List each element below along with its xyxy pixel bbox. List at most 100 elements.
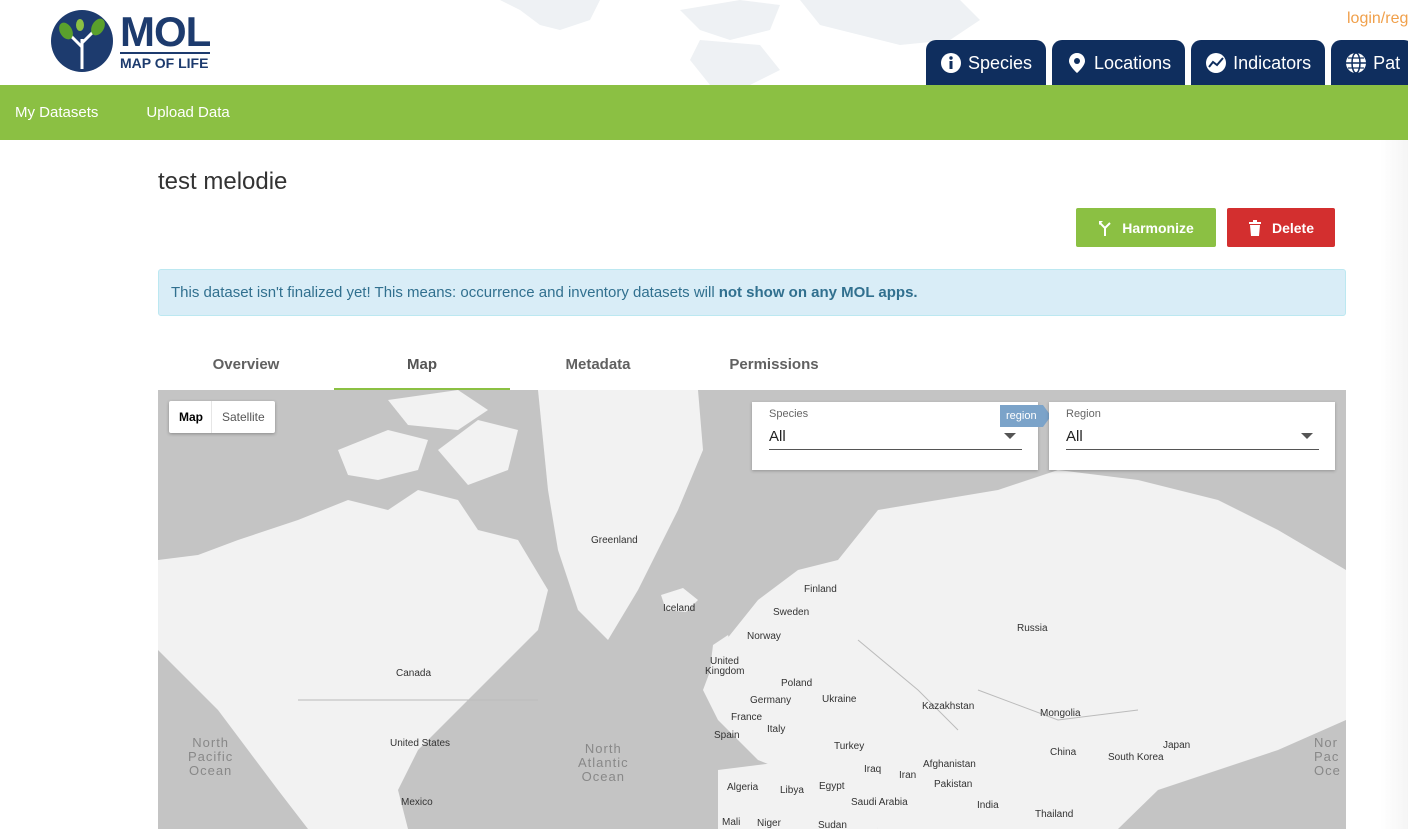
map-label-canada: Canada [396, 668, 432, 679]
region-filter-label: Region [1066, 408, 1101, 420]
dataset-tabs: Overview Map Metadata Permissions [158, 340, 1346, 390]
nav-tab-species[interactable]: Species [926, 40, 1047, 85]
map-label-finland: Finland [804, 584, 837, 595]
dataset-subnav: My Datasets Upload Data [0, 85, 1408, 140]
harmonize-label: Harmonize [1122, 219, 1194, 236]
logo-title: MOL [120, 7, 211, 55]
map-label-iran: Iran [899, 770, 917, 781]
chevron-down-icon [1004, 433, 1016, 439]
dataset-title: test melodie [158, 168, 288, 195]
map-label-north-pacific: North Pacific Ocean [188, 736, 233, 778]
map-label-kazakhstan: Kazakhstan [922, 701, 975, 712]
region-tag: region [1000, 405, 1051, 427]
ocean-line: North [192, 735, 230, 750]
site-header: MOL MAP OF LIFE login/reg Species Locati… [0, 0, 1408, 85]
alert-text: This dataset isn't finalized yet! This m… [171, 284, 715, 301]
tab-map[interactable]: Map [334, 340, 510, 390]
map-label-united-kingdom-2: Kingdom [705, 666, 745, 677]
ocean-line: Atlantic [578, 755, 629, 770]
map-type-satellite-button[interactable]: Satellite [212, 401, 275, 433]
ocean-line: North [584, 741, 622, 756]
location-pin-icon [1069, 53, 1086, 73]
map-label-greenland: Greenland [591, 535, 638, 546]
trash-icon [1248, 219, 1261, 236]
chart-line-icon [1206, 53, 1227, 73]
ocean-line: Oce [1314, 763, 1341, 778]
map-label-turkey: Turkey [834, 741, 865, 752]
map-label-china: China [1050, 747, 1077, 758]
map-label-north-atlantic: North Atlantic Ocean [578, 742, 629, 784]
tab-metadata[interactable]: Metadata [510, 340, 686, 390]
delete-button[interactable]: Delete [1227, 208, 1335, 247]
nav-tab-pathways[interactable]: Pat [1331, 40, 1408, 85]
subnav-upload-data[interactable]: Upload Data [146, 104, 229, 121]
region-filter-value: All [1066, 428, 1083, 445]
map-type-control: Map Satellite [169, 401, 275, 433]
map-label-italy: Italy [767, 724, 786, 735]
subnav-my-datasets[interactable]: My Datasets [15, 104, 98, 121]
info-icon [941, 53, 961, 73]
map-label-india: India [977, 800, 999, 811]
map-label-saudi-arabia: Saudi Arabia [851, 797, 908, 808]
map-label-thailand: Thailand [1035, 809, 1074, 820]
ocean-line: Pac [1314, 749, 1340, 764]
alert-bold-text: not show on any MOL apps. [718, 284, 918, 301]
map-label-south-korea: South Korea [1108, 752, 1164, 763]
map-label-poland: Poland [781, 678, 813, 689]
ocean-line: Ocean [581, 769, 625, 784]
nav-tab-locations[interactable]: Locations [1052, 40, 1186, 85]
map-label-algeria: Algeria [727, 782, 759, 793]
map-label-mali: Mali [722, 817, 741, 828]
mol-globe-logo-icon [51, 10, 113, 72]
map-label-sweden: Sweden [773, 607, 810, 618]
dataset-map[interactable]: Greenland Iceland Finland Sweden Norway … [158, 390, 1346, 829]
map-label-iceland: Iceland [663, 603, 696, 614]
ocean-line: Pacific [188, 749, 234, 764]
globe-icon [1346, 52, 1367, 74]
map-label-iraq: Iraq [864, 764, 882, 775]
map-label-egypt: Egypt [819, 781, 845, 792]
species-filter-value: All [769, 428, 786, 445]
map-label-mexico: Mexico [401, 797, 433, 808]
map-label-north-pacific-right: Nor Pac Oce [1314, 736, 1341, 778]
map-type-map-button[interactable]: Map [169, 401, 212, 433]
header-world-map-decoration [500, 0, 980, 85]
page-edge-shade [1380, 140, 1408, 829]
map-label-libya: Libya [780, 785, 804, 796]
delete-label: Delete [1271, 219, 1315, 236]
select-underline [769, 449, 1022, 450]
map-label-mongolia: Mongolia [1040, 708, 1081, 719]
logo-subtitle: MAP OF LIFE [120, 51, 211, 71]
species-filter-label: Species [769, 408, 809, 420]
not-finalized-alert: This dataset isn't finalized yet! This m… [158, 269, 1346, 316]
ocean-line: Ocean [188, 763, 233, 778]
map-label-spain: Spain [714, 730, 740, 741]
chevron-down-icon [1301, 433, 1313, 439]
select-underline [1066, 449, 1319, 450]
species-filter-select[interactable]: Species All [752, 402, 1038, 470]
region-filter-select[interactable]: Region All [1049, 402, 1335, 470]
tab-permissions[interactable]: Permissions [686, 340, 862, 390]
map-label-united-states: United States [390, 738, 451, 749]
ocean-line: Nor [1314, 735, 1338, 750]
nav-tab-label: Pat [1373, 52, 1401, 73]
login-link[interactable]: login/reg [1347, 10, 1408, 28]
tab-overview[interactable]: Overview [158, 340, 334, 390]
mol-logo[interactable]: MOL MAP OF LIFE [50, 7, 211, 73]
map-label-sudan: Sudan [818, 820, 847, 829]
map-label-afghanistan: Afghanistan [923, 759, 976, 770]
nav-tab-label: Indicators [1233, 52, 1312, 73]
map-label-niger: Niger [757, 818, 781, 829]
main-nav: Species Locations Indicators Pat [926, 40, 1408, 85]
nav-tab-label: Locations [1094, 52, 1172, 73]
map-label-japan: Japan [1163, 740, 1191, 751]
map-label-pakistan: Pakistan [934, 779, 973, 790]
nav-tab-indicators[interactable]: Indicators [1191, 40, 1326, 85]
merge-icon [1099, 220, 1111, 236]
map-label-ukraine: Ukraine [822, 694, 857, 705]
map-label-france: France [731, 712, 763, 723]
harmonize-button[interactable]: Harmonize [1076, 208, 1216, 247]
map-label-russia: Russia [1017, 623, 1048, 634]
nav-tab-label: Species [968, 52, 1033, 73]
map-label-germany: Germany [750, 695, 792, 706]
